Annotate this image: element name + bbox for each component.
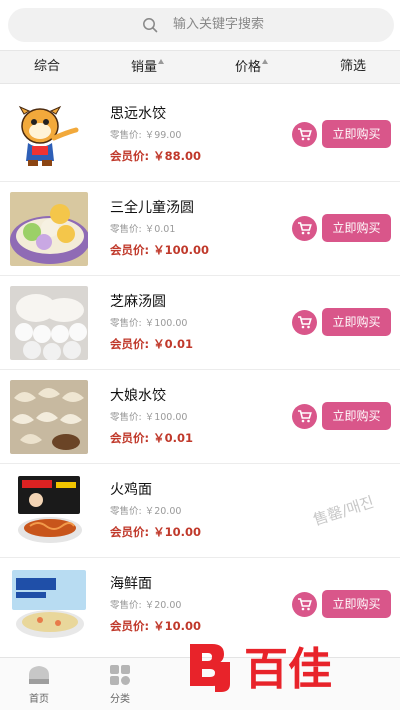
sort-filter-bar: 综合 销量 价格 筛选 — [0, 50, 400, 84]
tab-home-label: 首页 — [29, 694, 49, 705]
product-name: 海鲜面 — [110, 576, 152, 592]
retail-price: 零售价: ￥0.01 — [110, 224, 176, 235]
retail-price: 零售价: ￥20.00 — [110, 600, 182, 611]
product-name: 芝麻汤圆 — [110, 294, 166, 310]
product-image — [10, 192, 88, 266]
sort-up-icon — [158, 59, 165, 64]
add-to-cart-button[interactable] — [292, 122, 317, 147]
buy-now-button[interactable]: 立即购买 — [322, 214, 391, 242]
tab-category[interactable]: 分类 — [90, 658, 150, 710]
product-name: 三全儿童汤圆 — [110, 200, 194, 216]
product-name: 大娘水饺 — [110, 388, 166, 404]
cart-icon — [298, 410, 312, 423]
member-price: 会员价: ￥10.00 — [110, 619, 201, 633]
cart-icon — [298, 222, 312, 235]
add-to-cart-button[interactable] — [292, 592, 317, 617]
add-to-cart-button[interactable] — [292, 404, 317, 429]
product-image — [10, 98, 88, 172]
buy-now-button[interactable]: 立即购买 — [322, 120, 391, 148]
buy-now-button[interactable]: 立即购买 — [322, 402, 391, 430]
cart-icon — [298, 128, 312, 141]
filter-sales[interactable]: 销量 — [131, 59, 165, 76]
product-image — [10, 568, 88, 642]
product-name: 火鸡面 — [110, 482, 152, 498]
member-price: 会员价: ￥0.01 — [110, 337, 193, 351]
search-icon — [143, 18, 158, 33]
buy-now-button[interactable]: 立即购买 — [322, 308, 391, 336]
product-image — [10, 286, 88, 360]
retail-price: 零售价: ￥100.00 — [110, 412, 188, 423]
buy-now-button[interactable]: 立即购买 — [322, 590, 391, 618]
brand-logo: 百佳 — [186, 638, 386, 695]
retail-price: 零售价: ￥100.00 — [110, 318, 188, 329]
member-price: 会员价: ￥10.00 — [110, 525, 201, 539]
tab-home[interactable]: 首页 — [9, 658, 69, 710]
filter-comprehensive[interactable]: 综合 — [34, 59, 60, 75]
filter-price[interactable]: 价格 — [235, 59, 269, 76]
member-price: 会员价: ￥0.01 — [110, 431, 193, 445]
member-price: 会员价: ￥88.00 — [110, 149, 201, 163]
cart-icon — [298, 316, 312, 329]
brand-text: 百佳 — [244, 644, 332, 694]
cart-icon — [298, 598, 312, 611]
tab-category-label: 分类 — [110, 694, 130, 705]
sort-up-icon — [262, 59, 269, 64]
home-icon — [29, 666, 49, 684]
product-name: 思远水饺 — [110, 106, 166, 122]
category-icon — [110, 665, 130, 685]
product-row[interactable]: 芝麻汤圆 零售价: ￥100.00 会员价: ￥0.01 立即购买 — [0, 276, 400, 370]
product-image — [10, 474, 88, 548]
retail-price: 零售价: ￥99.00 — [110, 130, 182, 141]
member-price: 会员价: ￥100.00 — [110, 243, 209, 257]
product-row[interactable]: 思远水饺 零售价: ￥99.00 会员价: ￥88.00 立即购买 — [0, 88, 400, 182]
product-image — [10, 380, 88, 454]
filter-screen[interactable]: 筛选 — [340, 59, 366, 75]
search-input[interactable]: 输入关键字搜索 — [8, 8, 394, 42]
add-to-cart-button[interactable] — [292, 216, 317, 241]
product-row[interactable]: 大娘水饺 零售价: ￥100.00 会员价: ￥0.01 立即购买 — [0, 370, 400, 464]
product-row[interactable]: 三全儿童汤圆 零售价: ￥0.01 会员价: ￥100.00 立即购买 — [0, 182, 400, 276]
retail-price: 零售价: ￥20.00 — [110, 506, 182, 517]
add-to-cart-button[interactable] — [292, 310, 317, 335]
search-bar: 输入关键字搜索 — [0, 0, 400, 50]
search-placeholder: 输入关键字搜索 — [173, 17, 265, 32]
